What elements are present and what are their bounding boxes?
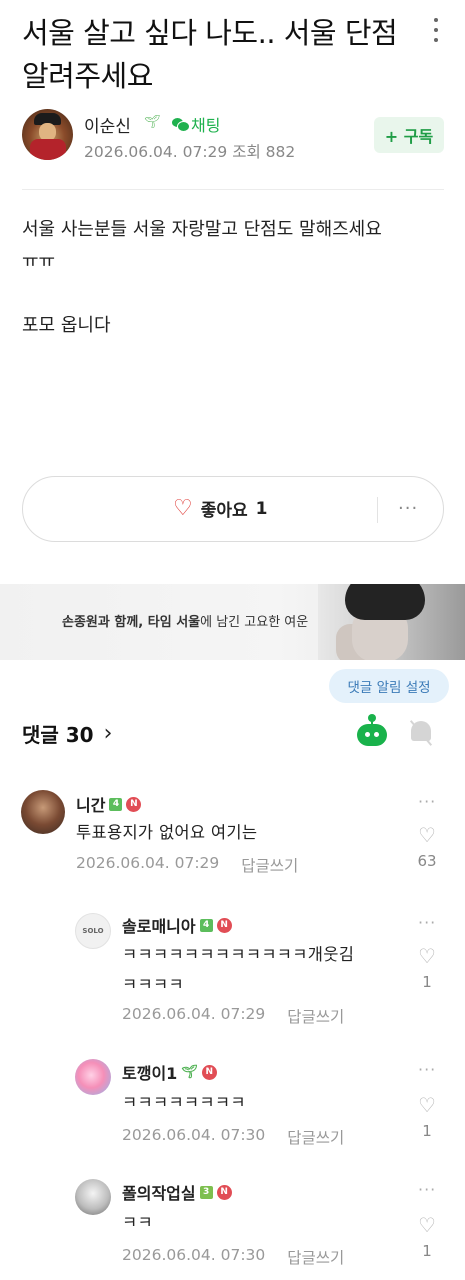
comment-meta: 2026.06.04. 07:29 답글쓰기 <box>122 1005 344 1027</box>
post-title: 서울 살고 싶다 나도.. 서울 단점 알려주세요 <box>22 16 398 93</box>
post-body-line: 서울 사는분들 서울 자랑말고 단점도 말해즈세요 <box>22 219 382 240</box>
reply-button[interactable]: 답글쓰기 <box>287 1246 344 1268</box>
like-button[interactable]: ♡ 좋아요 1 <box>173 496 268 521</box>
commenter-name[interactable]: 솔로매니아 4 N <box>122 913 232 937</box>
comment-more-icon[interactable]: ··· <box>418 913 436 932</box>
post-more-icon[interactable] <box>428 14 444 46</box>
level-badge: 3 <box>199 1185 213 1199</box>
reply-button[interactable]: 답글쓰기 <box>241 854 298 876</box>
reply-button[interactable]: 답글쓰기 <box>287 1005 344 1027</box>
chat-link[interactable]: 채팅 <box>172 112 220 136</box>
sprout-level-icon: 🌱︎ <box>181 1064 198 1080</box>
comment-date: 2026.06.04. 07:29 <box>122 1005 266 1023</box>
bell-off-icon[interactable] <box>408 718 434 746</box>
like-count: 1 <box>422 1122 432 1140</box>
comment-meta: 2026.06.04. 07:30 답글쓰기 <box>122 1246 344 1268</box>
heart-outline-icon: ♡ <box>418 944 436 968</box>
commenter-name[interactable]: 니간 4 N <box>76 792 142 816</box>
comment-text: ㅋㅋㅋㅋㅋㅋㅋㅋㅋㅋㅋㅋ개웃김 ㅋㅋㅋㅋ <box>122 945 355 994</box>
commenter-avatar[interactable] <box>75 1179 111 1215</box>
chevron-right-icon: › <box>103 721 113 746</box>
robot-icon[interactable] <box>356 714 388 748</box>
post-body-line <box>22 278 446 310</box>
divider <box>377 497 378 523</box>
level-badge: 4 <box>109 797 123 811</box>
post-body: 서울 사는분들 서울 자랑말고 단점도 말해즈세요 ㅠㅠ 포모 옵니다 <box>22 214 446 342</box>
comment-like[interactable]: ♡ 1 <box>415 1094 439 1140</box>
comment-text: ㅋㅋ <box>122 1213 153 1232</box>
comment-like[interactable]: ♡ 1 <box>415 1214 439 1260</box>
comments-header[interactable]: 댓글 30 › <box>22 719 112 748</box>
like-count: 1 <box>422 973 432 991</box>
like-count: 1 <box>255 498 268 519</box>
new-badge: N <box>201 1064 217 1080</box>
new-badge: N <box>216 1184 232 1200</box>
comments-title: 댓글 30 <box>22 723 94 747</box>
commenter-name[interactable]: 폴의작업실 3 N <box>122 1180 232 1204</box>
commenter-avatar[interactable]: SOLO <box>75 913 111 949</box>
reply-button[interactable]: 답글쓰기 <box>287 1126 344 1148</box>
heart-outline-icon: ♡ <box>418 823 436 847</box>
comment-alert-tooltip[interactable]: 댓글 알림 설정 <box>329 669 449 703</box>
comment-item: SOLO 솔로매니아 4 N ㅋㅋㅋㅋㅋㅋㅋㅋㅋㅋㅋㅋ개웃김 ㅋㅋㅋㅋ 2026… <box>0 904 465 1034</box>
post-body-line: 포모 옵니다 <box>22 315 111 336</box>
comment-item: 폴의작업실 3 N ㅋㅋ 2026.06.04. 07:30 답글쓰기 ··· … <box>0 1174 465 1274</box>
post-meta: 2026.06.04. 07:29 조회 882 <box>84 143 296 161</box>
like-count: 63 <box>417 852 437 870</box>
subscribe-button[interactable]: + 구독 <box>374 117 444 153</box>
banner-text: 손종원과 함께, 타임 서울에 남긴 고요한 여운 <box>62 615 309 630</box>
like-bar: ♡ 좋아요 1 ··· <box>22 476 444 542</box>
comment-like[interactable]: ♡ 1 <box>415 945 439 991</box>
comment-text: ㅋㅋㅋㅋㅋㅋㅋㅋ <box>122 1093 246 1112</box>
like-label: 좋아요 <box>200 501 248 521</box>
comment-date: 2026.06.04. 07:30 <box>122 1246 266 1264</box>
sprout-level-icon: 🌱︎ <box>144 115 161 130</box>
comment-item: 토깽이1 🌱︎ N ㅋㅋㅋㅋㅋㅋㅋㅋ 2026.06.04. 07:30 답글쓰… <box>0 1054 465 1154</box>
comment-like[interactable]: ♡ 63 <box>415 824 439 870</box>
comment-item: 니간 4 N 투표용지가 없어요 여기는 2026.06.04. 07:29 답… <box>0 786 465 886</box>
comment-more-icon[interactable]: ··· <box>418 1060 436 1079</box>
comment-meta: 2026.06.04. 07:29 답글쓰기 <box>76 854 298 876</box>
like-count: 1 <box>422 1242 432 1260</box>
comment-meta: 2026.06.04. 07:30 답글쓰기 <box>122 1126 344 1148</box>
heart-outline-icon: ♡ <box>173 495 193 521</box>
divider <box>22 189 444 190</box>
level-badge: 4 <box>199 918 213 932</box>
more-options-button[interactable]: ··· <box>398 498 418 519</box>
promo-banner[interactable]: 손종원과 함께, 타임 서울에 남긴 고요한 여운 <box>0 584 465 660</box>
new-badge: N <box>126 796 142 812</box>
commenter-avatar[interactable] <box>21 790 65 834</box>
author-avatar[interactable] <box>22 109 73 160</box>
commenter-name[interactable]: 토깽이1 🌱︎ N <box>122 1060 217 1084</box>
comment-date: 2026.06.04. 07:30 <box>122 1126 266 1144</box>
post-body-line: ㅠㅠ <box>22 251 56 272</box>
comment-text: 투표용지가 없어요 여기는 <box>76 823 258 842</box>
heart-outline-icon: ♡ <box>418 1093 436 1117</box>
author-name[interactable]: 이순신 <box>84 112 131 137</box>
heart-outline-icon: ♡ <box>418 1213 436 1237</box>
commenter-avatar[interactable] <box>75 1059 111 1095</box>
comment-date: 2026.06.04. 07:29 <box>76 854 220 872</box>
new-badge: N <box>216 917 232 933</box>
comment-more-icon[interactable]: ··· <box>418 792 436 811</box>
chat-label: 채팅 <box>191 116 221 135</box>
comment-more-icon[interactable]: ··· <box>418 1180 436 1199</box>
chat-bubble-icon <box>172 117 190 132</box>
